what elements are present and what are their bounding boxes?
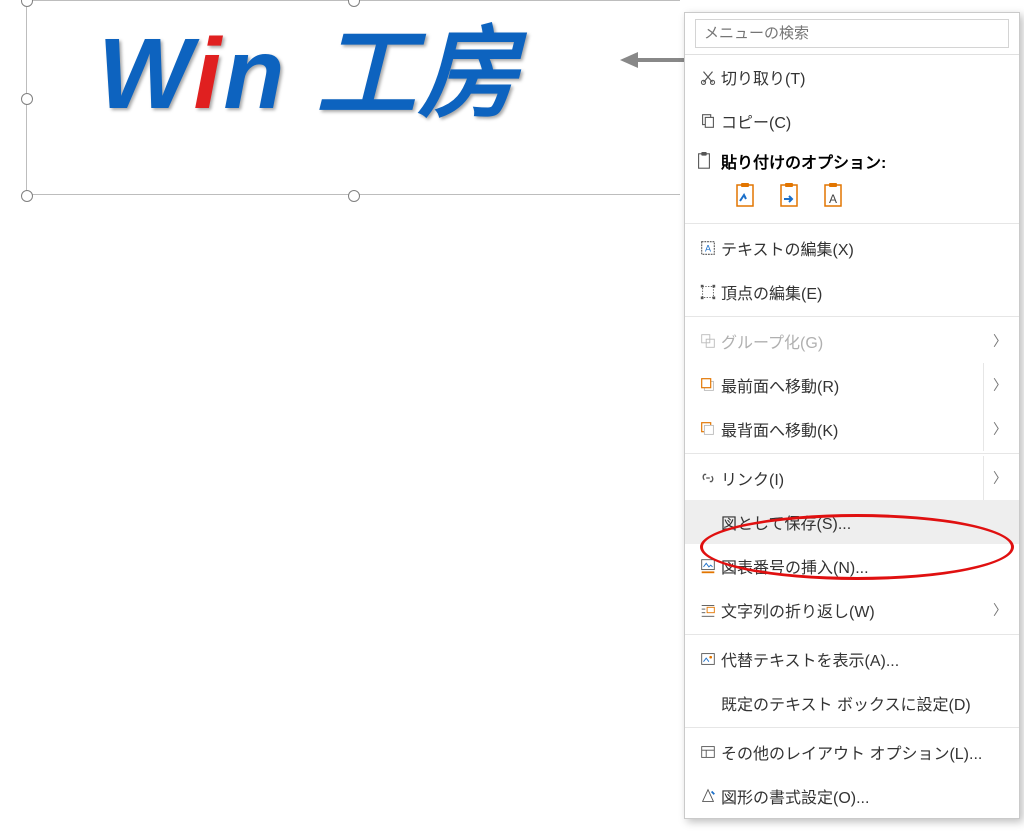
- menu-item-copy[interactable]: コピー(C): [685, 99, 1019, 143]
- send-to-back-icon: [695, 420, 721, 438]
- resize-handle-bl[interactable]: [21, 190, 33, 202]
- menu-item-insert-caption[interactable]: 図表番号の挿入(N)...: [685, 544, 1019, 588]
- chevron-right-icon: 〉: [993, 600, 1007, 620]
- menu-item-label: 文字列の折り返し(W): [721, 598, 993, 622]
- document-canvas[interactable]: Win 工房: [0, 0, 680, 835]
- edit-text-icon: A: [695, 239, 721, 257]
- paste-option-merge[interactable]: [773, 179, 805, 211]
- menu-item-group: グループ化(G) 〉: [685, 319, 1019, 363]
- paste-option-text-only[interactable]: A: [817, 179, 849, 211]
- bring-to-front-icon: [695, 376, 721, 394]
- paste-option-keep-formatting[interactable]: [729, 179, 761, 211]
- menu-item-save-as-picture[interactable]: 図として保存(S)...: [685, 500, 1019, 544]
- menu-item-paste-options: 貼り付けのオプション: A: [685, 143, 1019, 221]
- menu-separator: [685, 316, 1019, 317]
- menu-item-label: 切り取り(T): [721, 65, 1007, 89]
- menu-item-bring-front[interactable]: 最前面へ移動(R) 〉: [685, 363, 1019, 407]
- cut-icon: [695, 68, 721, 86]
- split-separator: [983, 363, 984, 407]
- menu-item-label: 図として保存(S)...: [721, 510, 1007, 534]
- wordart-span-rest: n 工房: [223, 18, 520, 130]
- menu-item-label: 図形の書式設定(O)...: [721, 784, 1007, 808]
- edit-points-icon: [695, 283, 721, 301]
- menu-item-cut[interactable]: 切り取り(T): [685, 55, 1019, 99]
- menu-item-label: 最前面へ移動(R): [721, 373, 993, 397]
- split-separator: [983, 456, 984, 500]
- menu-item-label: 最背面へ移動(K): [721, 417, 993, 441]
- menu-item-label: 頂点の編集(E): [721, 280, 1007, 304]
- format-shape-icon: [695, 787, 721, 805]
- menu-item-label: グループ化(G): [721, 329, 993, 353]
- menu-item-set-default-textbox[interactable]: 既定のテキスト ボックスに設定(D): [685, 681, 1019, 725]
- alt-text-icon: [695, 650, 721, 668]
- paste-icon: [695, 151, 713, 171]
- copy-icon: [695, 112, 721, 130]
- menu-item-label: コピー(C): [721, 109, 1007, 133]
- wrap-text-icon: [695, 601, 721, 619]
- chevron-right-icon: 〉: [993, 331, 1007, 351]
- svg-text:A: A: [829, 192, 837, 206]
- menu-item-more-layout[interactable]: その他のレイアウト オプション(L)...: [685, 730, 1019, 774]
- menu-separator: [685, 634, 1019, 635]
- resize-handle-bc[interactable]: [348, 190, 360, 202]
- menu-item-label: その他のレイアウト オプション(L)...: [721, 740, 1007, 764]
- layout-options-icon: [695, 743, 721, 761]
- menu-item-label: 図表番号の挿入(N)...: [721, 554, 1007, 578]
- chevron-right-icon[interactable]: 〉: [993, 375, 1007, 395]
- menu-item-link[interactable]: リンク(I) 〉: [685, 456, 1019, 500]
- wordart-span-i: i: [194, 18, 224, 130]
- menu-item-label: 代替テキストを表示(A)...: [721, 647, 1007, 671]
- split-separator: [983, 407, 984, 451]
- wordart-text[interactable]: Win 工房: [98, 0, 520, 137]
- menu-item-send-back[interactable]: 最背面へ移動(K) 〉: [685, 407, 1019, 451]
- context-menu: 切り取り(T) コピー(C) 貼り付けのオプション: A: [684, 12, 1020, 819]
- svg-text:A: A: [705, 244, 711, 254]
- insert-caption-icon: [695, 557, 721, 575]
- menu-search-input[interactable]: [695, 19, 1009, 48]
- menu-separator: [685, 727, 1019, 728]
- paste-title: 貼り付けのオプション:: [721, 149, 886, 173]
- menu-item-wrap-text[interactable]: 文字列の折り返し(W) 〉: [685, 588, 1019, 632]
- link-icon: [695, 469, 721, 487]
- resize-handle-tl[interactable]: [21, 0, 33, 7]
- group-icon: [695, 332, 721, 350]
- menu-separator: [685, 223, 1019, 224]
- chevron-right-icon[interactable]: 〉: [993, 419, 1007, 439]
- wordart-span-w: W: [98, 18, 194, 130]
- menu-item-format-shape[interactable]: 図形の書式設定(O)...: [685, 774, 1019, 818]
- arrow-annotation-icon: [620, 50, 690, 70]
- selected-textbox[interactable]: Win 工房: [26, 0, 680, 195]
- menu-separator: [685, 453, 1019, 454]
- chevron-right-icon[interactable]: 〉: [993, 468, 1007, 488]
- resize-handle-ml[interactable]: [21, 93, 33, 105]
- menu-item-show-alt-text[interactable]: 代替テキストを表示(A)...: [685, 637, 1019, 681]
- menu-item-label: リンク(I): [721, 466, 993, 490]
- menu-item-edit-vertex[interactable]: 頂点の編集(E): [685, 270, 1019, 314]
- menu-search-container: [685, 13, 1019, 55]
- menu-item-label: 既定のテキスト ボックスに設定(D): [721, 691, 1007, 715]
- menu-item-label: テキストの編集(X): [721, 236, 1007, 260]
- menu-item-edit-text[interactable]: A テキストの編集(X): [685, 226, 1019, 270]
